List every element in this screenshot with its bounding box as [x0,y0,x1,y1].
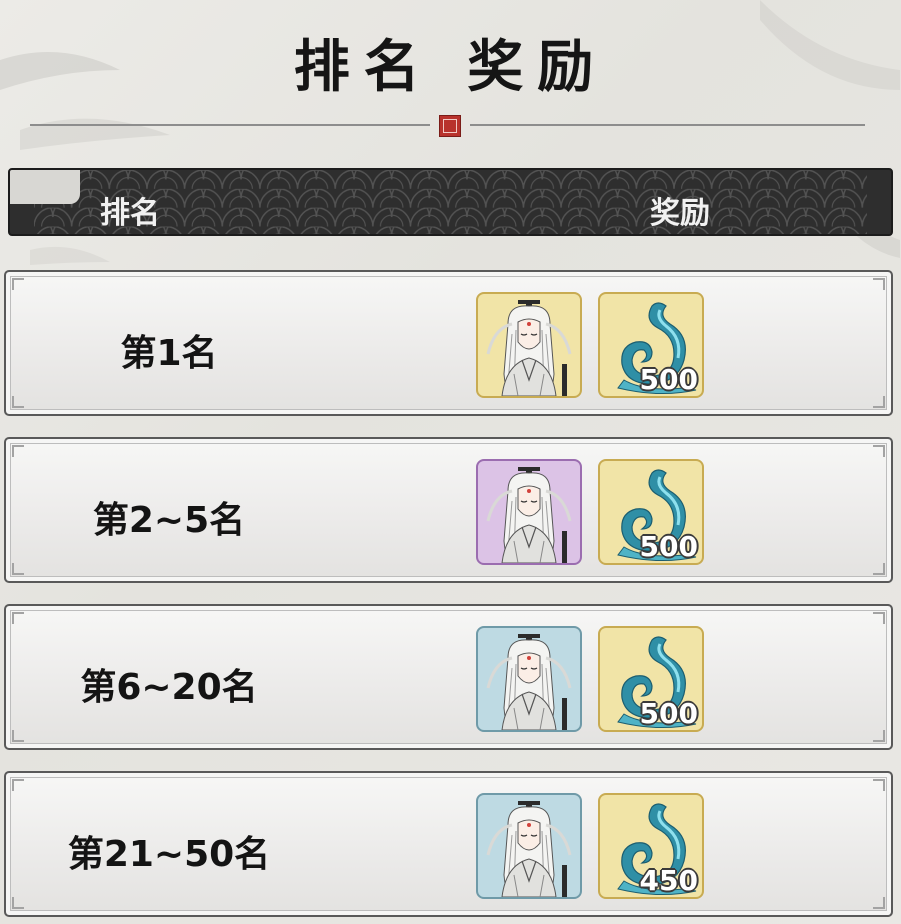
white-haired-swordsman-portrait-icon [486,298,572,396]
reward-row: 第21~50名 450 [4,771,893,917]
ranking-table-header: 排名 奖励 [8,168,893,236]
reward-row: 第2~5名 500 [4,437,893,583]
reward-quantity: 500 [639,697,698,730]
hero-reward-item[interactable] [476,793,582,899]
reward-row: 第1名 500 [4,270,893,416]
reward-quantity: 500 [639,363,698,396]
jade-wave-reward-item[interactable]: 500 [598,626,704,732]
rank-label: 第1名 [120,333,218,374]
page-title: 排名 奖励 [293,34,608,100]
rank-column-header: 排名 [100,196,160,231]
white-haired-swordsman-portrait-icon [486,632,572,730]
reward-quantity: 500 [639,530,698,563]
white-haired-swordsman-portrait-icon [486,799,572,897]
rank-label: 第21~50名 [67,834,271,875]
rank-label: 第2~5名 [92,500,246,541]
title-divider-right [470,124,865,126]
rank-label: 第6~20名 [80,667,258,708]
red-seal-icon [439,115,461,137]
hero-reward-item[interactable] [476,626,582,732]
title-divider-left [30,124,430,126]
hero-reward-item[interactable] [476,292,582,398]
jade-wave-reward-item[interactable]: 450 [598,793,704,899]
reward-row: 第6~20名 500 [4,604,893,750]
jade-wave-reward-item[interactable]: 500 [598,459,704,565]
jade-wave-reward-item[interactable]: 500 [598,292,704,398]
header-corner-tab [10,170,80,204]
reward-column-header: 奖励 [650,196,710,231]
reward-quantity: 450 [639,864,698,897]
hero-reward-item[interactable] [476,459,582,565]
white-haired-swordsman-portrait-icon [486,465,572,563]
